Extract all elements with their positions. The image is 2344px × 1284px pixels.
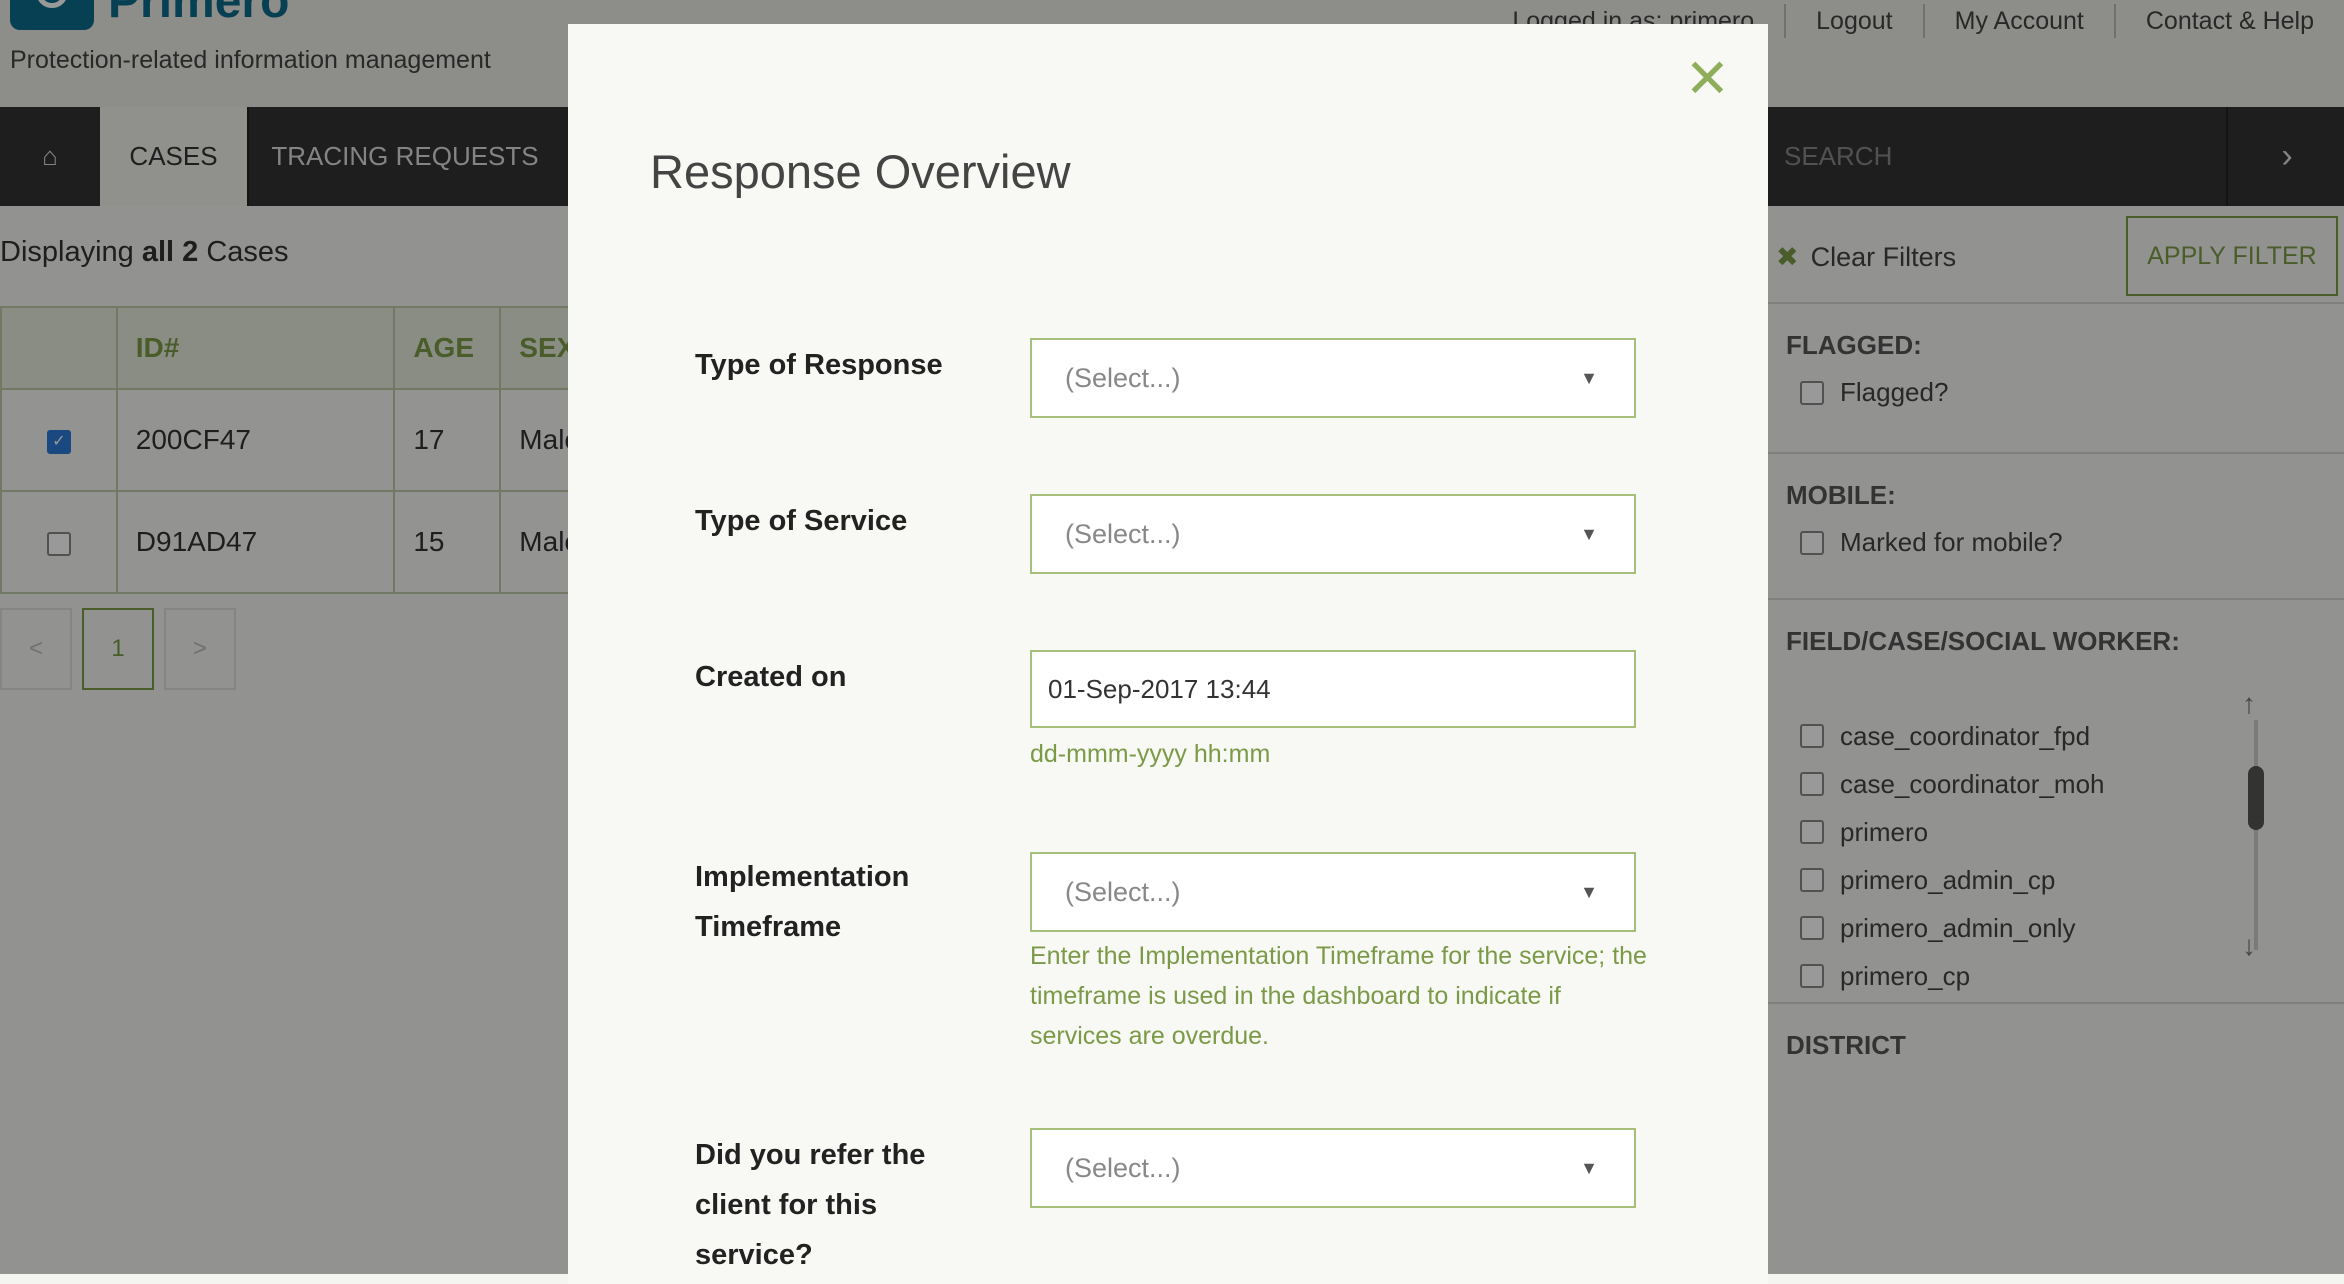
referral-label: Did you refer the client for this servic… (695, 1139, 926, 1271)
timeframe-select[interactable]: (Select...) ▼ (1030, 852, 1636, 932)
timeframe-label: Implementation Timeframe (695, 861, 910, 943)
service-type-label: Type of Service (695, 505, 908, 537)
response-type-label: Type of Response (695, 349, 943, 381)
response-type-select[interactable]: (Select...) ▼ (1030, 338, 1636, 418)
caret-down-icon: ▼ (1580, 524, 1598, 544)
modal-title: Response Overview (650, 145, 1071, 198)
created-on-input[interactable]: 01-Sep-2017 13:44 (1030, 650, 1636, 728)
timeframe-help-text: Enter the Implementation Timeframe for t… (1030, 942, 1647, 1050)
referral-select[interactable]: (Select...) ▼ (1030, 1128, 1636, 1208)
close-icon[interactable]: ✕ (1685, 52, 1730, 106)
response-overview-modal: ✕ Response Overview Type of Response (Se… (568, 24, 1768, 1284)
created-on-label: Created on (695, 661, 847, 693)
caret-down-icon: ▼ (1580, 1158, 1598, 1178)
created-on-format-hint: dd-mmm-yyyy hh:mm (1030, 740, 1271, 768)
caret-down-icon: ▼ (1580, 368, 1598, 388)
caret-down-icon: ▼ (1580, 882, 1598, 902)
service-type-select[interactable]: (Select...) ▼ (1030, 494, 1636, 574)
